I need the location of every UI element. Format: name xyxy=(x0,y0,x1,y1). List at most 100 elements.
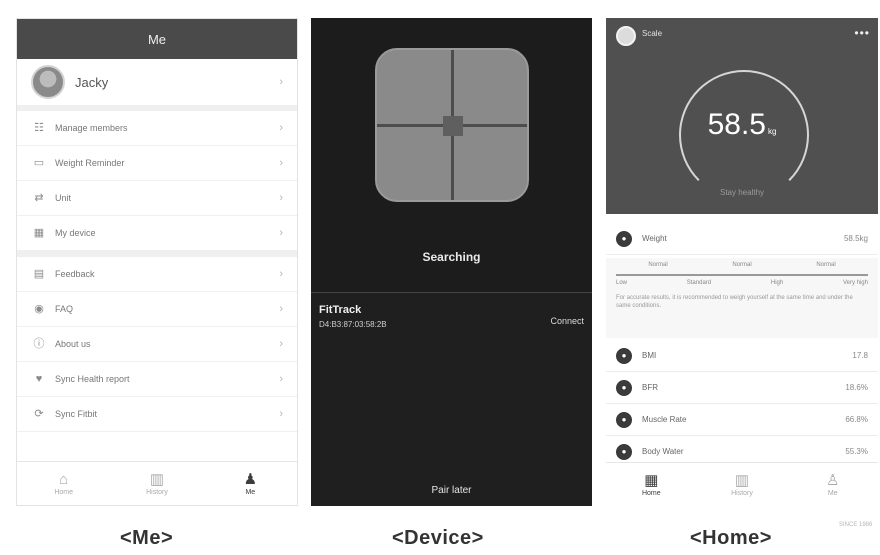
menu-label: My device xyxy=(55,228,96,238)
tab-label: History xyxy=(731,490,753,497)
device-icon: ▦ xyxy=(33,227,45,239)
home-tab-icon: ⌂ xyxy=(59,471,69,488)
range-label: High xyxy=(770,280,784,286)
feedback-icon: ▤ xyxy=(33,268,45,280)
scale-icon xyxy=(375,48,529,202)
profile-row[interactable]: Jacky › xyxy=(17,59,297,111)
metric-row-weight[interactable]: ● Weight 58.5kg xyxy=(606,223,878,255)
weight-range-panel: Normal Normal Normal Low Standard High V… xyxy=(606,258,878,338)
metric-value: 17.8 xyxy=(852,351,868,360)
chevron-right-icon: › xyxy=(279,338,283,350)
menu-label: Unit xyxy=(55,193,72,203)
home-tab-bar: ▦ Home ▥ History ♙ Me xyxy=(606,462,878,506)
metric-row-muscle[interactable]: ● Muscle Rate 66.8% xyxy=(606,404,878,436)
scale-illustration-area: Searching xyxy=(311,18,592,292)
tab-home[interactable]: ▦ Home xyxy=(606,463,697,506)
weight-readout: 58.5 kg xyxy=(606,108,878,142)
metric-value: 18.6% xyxy=(845,383,868,392)
tab-label: History xyxy=(146,489,168,496)
metric-value: 58.5kg xyxy=(843,234,868,243)
weight-icon: ● xyxy=(616,230,632,247)
home-tab-icon: ▦ xyxy=(644,472,659,489)
more-icon[interactable]: ••• xyxy=(854,26,870,40)
muscle-icon: ● xyxy=(616,411,632,428)
metric-row-bmi[interactable]: ● BMI 17.8 xyxy=(606,340,878,372)
chevron-right-icon: › xyxy=(279,303,283,315)
scale-icon: ▭ xyxy=(33,157,45,169)
caption-home: <Home> xyxy=(690,527,772,549)
heart-icon: ♥ xyxy=(35,373,43,385)
chevron-right-icon: › xyxy=(279,192,283,204)
tab-history[interactable]: ▥ History xyxy=(110,462,203,505)
metric-row-bfr[interactable]: ● BFR 18.6% xyxy=(606,372,878,404)
me-tab-icon: ♙ xyxy=(825,472,840,489)
metric-label: Body Water xyxy=(642,447,684,456)
metric-value: 55.3% xyxy=(845,447,868,456)
metric-label: BMI xyxy=(642,351,657,360)
avatar[interactable] xyxy=(616,26,636,46)
range-label: Standard xyxy=(686,280,712,286)
avatar xyxy=(31,65,65,99)
me-header: Me xyxy=(17,19,297,59)
weight-note: For accurate results, it is recommended … xyxy=(616,295,853,309)
menu-item-weight-reminder[interactable]: ▭ Weight Reminder › xyxy=(17,146,297,181)
metric-label: Muscle Rate xyxy=(642,415,687,424)
tab-me[interactable]: ♙ Me xyxy=(787,463,878,506)
menu-item-about-us[interactable]: ⓘ About us › xyxy=(17,327,297,362)
range-label: Low xyxy=(616,280,628,286)
menu-label: Feedback xyxy=(55,269,95,279)
divider xyxy=(311,292,592,293)
searching-status: Searching xyxy=(422,250,481,264)
device-list-item[interactable]: FitTrack D4:B3:87:03:58:2B Connect xyxy=(319,304,584,329)
range-label: Normal xyxy=(816,262,836,268)
tab-label: Home xyxy=(54,489,73,496)
menu-label: Weight Reminder xyxy=(55,158,125,168)
menu-item-unit[interactable]: ⇄ Unit › xyxy=(17,181,297,216)
bfr-icon: ● xyxy=(616,379,632,396)
pair-later-button[interactable]: Pair later xyxy=(311,485,592,496)
user-name: Scale xyxy=(642,29,663,38)
range-label: Very high xyxy=(842,280,868,286)
user-name: Jacky xyxy=(75,74,109,90)
bmi-icon: ● xyxy=(616,347,632,364)
metric-label: BFR xyxy=(642,383,658,392)
me-tab-icon: ♟ xyxy=(243,471,258,488)
chevron-right-icon: › xyxy=(279,408,283,420)
tab-me[interactable]: ♟ Me xyxy=(204,462,297,505)
menu-item-sync-fitbit[interactable]: ⟳ Sync Fitbit › xyxy=(17,397,297,432)
range-label: Normal xyxy=(732,262,752,268)
menu-item-manage-members[interactable]: ☷ Manage members › xyxy=(17,111,297,146)
menu-label: Manage members xyxy=(55,123,128,133)
chevron-right-icon: › xyxy=(279,227,283,239)
sync-icon: ⟳ xyxy=(34,408,44,420)
connect-button[interactable]: Connect xyxy=(550,316,584,326)
unit-icon: ⇄ xyxy=(34,192,44,204)
menu-group-1: ☷ Manage members › ▭ Weight Reminder › ⇄… xyxy=(17,111,297,251)
menu-item-sync-health[interactable]: ♥ Sync Health report › xyxy=(17,362,297,397)
history-tab-icon: ▥ xyxy=(149,471,165,488)
chevron-right-icon: › xyxy=(279,373,283,385)
weight-value: 58.5 xyxy=(707,108,766,141)
menu-label: Sync Health report xyxy=(55,374,130,384)
menu-item-feedback[interactable]: ▤ Feedback › xyxy=(17,257,297,292)
people-icon: ☷ xyxy=(34,122,44,134)
me-tab-bar: ⌂ Home ▥ History ♟ Me xyxy=(17,461,297,505)
status-text: Stay healthy xyxy=(719,188,765,197)
water-icon: ● xyxy=(616,443,632,460)
home-screen: Scale ••• 58.5 kg Stay healthy ● Weight 5… xyxy=(606,18,878,506)
me-screen: Me Jacky › ☷ Manage members › ▭ Weight R… xyxy=(16,18,298,506)
menu-group-2: ▤ Feedback › ◉ FAQ › ⓘ About us › ♥ Sync… xyxy=(17,257,297,432)
device-screen: Searching FitTrack D4:B3:87:03:58:2B Con… xyxy=(311,18,592,506)
tab-home[interactable]: ⌂ Home xyxy=(17,462,110,505)
caption-device: <Device> xyxy=(392,527,484,549)
tab-history[interactable]: ▥ History xyxy=(697,463,788,506)
menu-item-my-device[interactable]: ▦ My device › xyxy=(17,216,297,251)
range-label: Normal xyxy=(648,262,668,268)
menu-item-faq[interactable]: ◉ FAQ › xyxy=(17,292,297,327)
menu-label: About us xyxy=(55,339,91,349)
caption-me: <Me> xyxy=(120,527,174,549)
watermark: SINCE 1986 xyxy=(839,522,873,528)
metric-value: 66.8% xyxy=(845,415,868,424)
range-bar xyxy=(616,274,868,276)
tab-label: Home xyxy=(641,490,661,497)
